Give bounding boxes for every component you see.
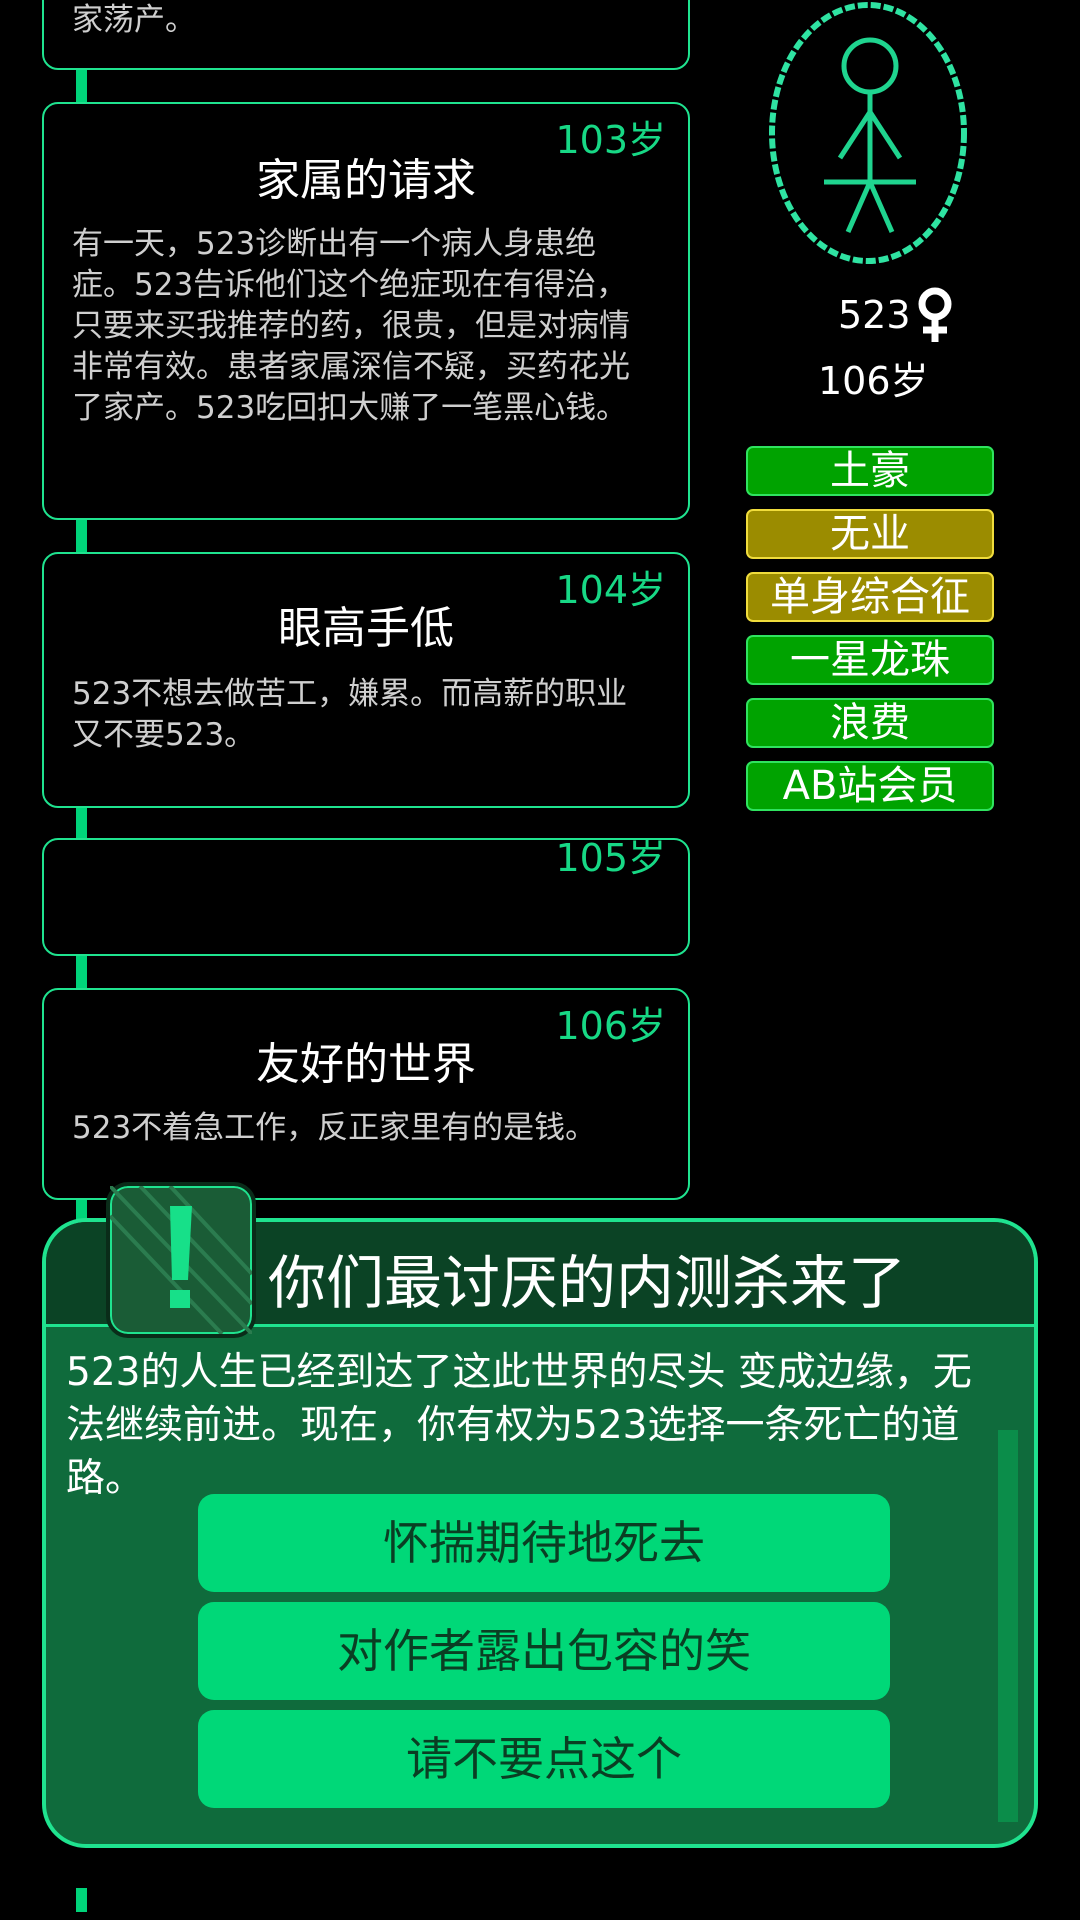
event-text: 有一天，523诊断出有一个病人身患绝症。523告诉他们这个绝症现在有得治，只要来… bbox=[72, 226, 630, 426]
event-card: 家荡产。 bbox=[42, 0, 690, 70]
event-card: 105岁 bbox=[42, 838, 690, 956]
event-card: 104岁 眼高手低 523不想去做苦工，嫌累。而高薪的职业又不要523。 bbox=[42, 552, 690, 808]
event-dialog: 你们最讨厌的内测杀来了 523的人生已经到达了这此世界的尽头 变成边缘，无法继续… bbox=[42, 1182, 1038, 1848]
choice-button-3[interactable]: 请不要点这个 bbox=[198, 1710, 890, 1808]
event-title: 家属的请求 bbox=[256, 155, 476, 206]
dialog-title: 你们最讨厌的内测杀来了 bbox=[268, 1249, 907, 1317]
character-name: 523 bbox=[838, 293, 911, 337]
event-card: 103岁 家属的请求 有一天，523诊断出有一个病人身患绝症。523告诉他们这个… bbox=[42, 102, 690, 520]
tag-ab-member[interactable]: AB站会员 bbox=[746, 761, 994, 811]
female-symbol-icon bbox=[918, 287, 952, 342]
timeline-connector bbox=[76, 518, 87, 552]
event-age: 105岁 bbox=[555, 838, 666, 880]
tag-single-syndrome[interactable]: 单身综合征 bbox=[746, 572, 994, 622]
exclamation-icon-graphic bbox=[108, 1184, 254, 1336]
tag-tuhao[interactable]: 土豪 bbox=[746, 446, 994, 496]
tag-unemployed[interactable]: 无业 bbox=[746, 509, 994, 559]
character-avatar bbox=[769, 2, 967, 264]
character-age: 106岁 bbox=[818, 359, 929, 403]
event-text: 523不着急工作，反正家里有的是钱。 bbox=[72, 1110, 597, 1146]
timeline-connector bbox=[76, 1888, 87, 1912]
dialog-message: 523的人生已经到达了这此世界的尽头 变成边缘，无法继续前进。现在，你有权为52… bbox=[66, 1350, 972, 1501]
choice-button-1[interactable]: 怀揣期待地死去 bbox=[198, 1494, 890, 1592]
dialog-scrollbar[interactable] bbox=[998, 1430, 1018, 1822]
event-title: 眼高手低 bbox=[278, 603, 454, 654]
event-title: 友好的世界 bbox=[256, 1039, 476, 1090]
event-text: 523不想去做苦工，嫌累。而高薪的职业又不要523。 bbox=[72, 676, 628, 753]
event-text: 家荡产。 bbox=[72, 2, 196, 38]
exclamation-icon bbox=[106, 1182, 256, 1338]
tag-one-star-dragonball[interactable]: 一星龙珠 bbox=[746, 635, 994, 685]
timeline-connector bbox=[76, 954, 87, 988]
timeline-connector bbox=[76, 68, 87, 104]
event-card: 106岁 友好的世界 523不着急工作，反正家里有的是钱。 bbox=[42, 988, 690, 1200]
tag-wasteful[interactable]: 浪费 bbox=[746, 698, 994, 748]
choice-button-2[interactable]: 对作者露出包容的笑 bbox=[198, 1602, 890, 1700]
timeline-connector bbox=[76, 806, 87, 838]
